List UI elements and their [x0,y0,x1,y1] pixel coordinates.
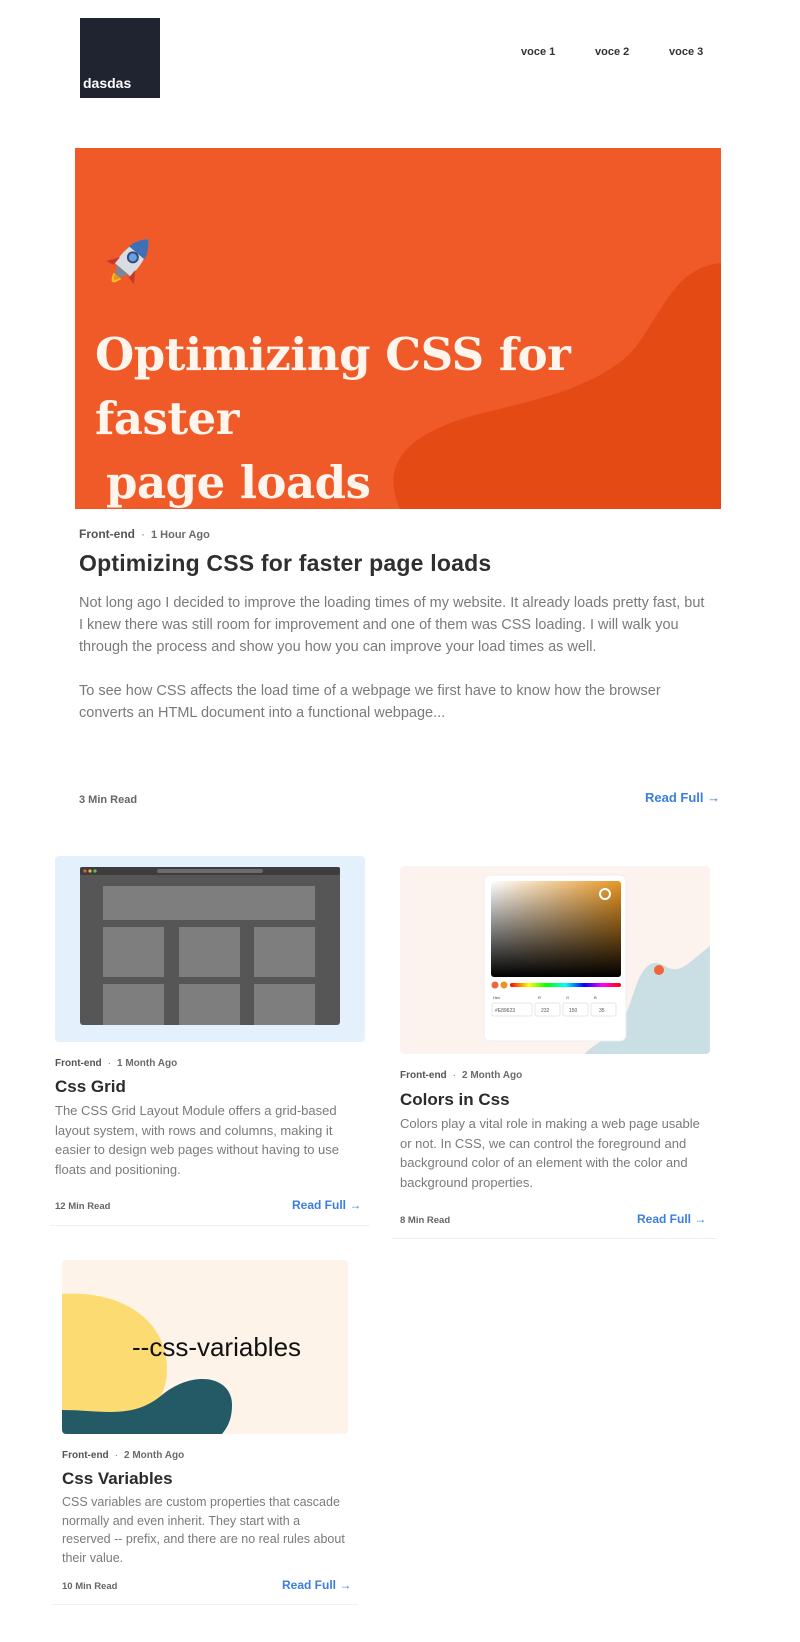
picker-b-value: 35 [599,1008,605,1014]
card-meta: Front-end · 2 Month Ago [62,1450,184,1461]
picker-hex-label: Hex [493,995,500,1000]
card-title[interactable]: Colors in Css [400,1090,510,1110]
card-time: 2 Month Ago [124,1450,185,1461]
nav-item-voce-2[interactable]: voce 2 [595,46,629,58]
card-title[interactable]: Css Grid [55,1077,126,1097]
featured-excerpt-p1: Not long ago I decided to improve the lo… [79,595,705,655]
card-read-full-link[interactable]: Read Full → [637,1212,706,1226]
meta-separator: · [452,1070,456,1081]
grid-illustration [80,867,340,1025]
card-read-full-link[interactable]: Read Full → [292,1198,361,1212]
picker-g-label: G [566,995,569,1000]
site-logo[interactable]: dasdas [80,18,160,98]
card-read-time: 10 Min Read [62,1581,118,1592]
featured-read-time: 3 Min Read [79,794,138,806]
color-picker-illustration: Hex R G B #E89623 232 150 35 [483,874,710,1054]
featured-image-title-line1: Optimizing CSS for faster [95,328,571,445]
card-excerpt: The CSS Grid Layout Module offers a grid… [55,1103,340,1177]
meta-separator: · [107,1058,111,1069]
card-title[interactable]: Css Variables [62,1469,173,1489]
card-read-time: 12 Min Read [55,1201,111,1212]
rocket-icon [106,239,149,285]
featured-excerpt-p2: To see how CSS affects the load time of … [79,683,661,721]
nav-item-voce-3[interactable]: voce 3 [669,46,703,58]
card-excerpt: Colors play a vital role in making a web… [400,1116,700,1190]
card-image-colors[interactable]: Hex R G B #E89623 232 150 35 [400,866,710,1054]
featured-image-title: Optimizing CSS for faster page loads [95,323,695,509]
css-variables-illustration: --css-variables [62,1293,301,1434]
picker-b-label: B [594,995,597,1000]
css-variables-image-text: --css-variables [132,1332,301,1362]
card-category[interactable]: Front-end [62,1450,109,1461]
card-read-full-link[interactable]: Read Full → [282,1578,351,1592]
featured-image[interactable]: Optimizing CSS for faster page loads [75,148,721,509]
picker-r-value: 232 [541,1008,550,1014]
nav-item-voce-1[interactable]: voce 1 [521,46,555,58]
picker-hex-value: #E89623 [495,1008,515,1014]
picker-r-label: R [538,995,541,1000]
card-time: 1 Month Ago [117,1058,178,1069]
card-time: 2 Month Ago [462,1070,523,1081]
featured-read-full-link[interactable]: Read Full → [645,790,720,805]
featured-category[interactable]: Front-end [79,527,135,541]
card-excerpt: CSS variables are custom properties that… [62,1495,345,1565]
card-image-css-variables[interactable]: --css-variables [62,1260,348,1434]
post-card-css-grid[interactable]: Front-end · 1 Month Ago Css Grid The CSS G… [50,856,370,1226]
card-image-css-grid[interactable] [55,856,365,1042]
featured-meta: Front-end · 1 Hour Ago [79,527,210,541]
card-meta: Front-end · 1 Month Ago [55,1058,177,1069]
meta-separator: · [141,527,145,541]
picker-g-value: 150 [569,1008,578,1014]
featured-time: 1 Hour Ago [151,529,210,541]
featured-title[interactable]: Optimizing CSS for faster page loads [79,550,491,577]
card-category[interactable]: Front-end [55,1058,102,1069]
card-meta: Front-end · 2 Month Ago [400,1070,522,1081]
card-category[interactable]: Front-end [400,1070,447,1081]
card-read-time: 8 Min Read [400,1215,451,1226]
card-divider [50,1225,370,1226]
meta-separator: · [114,1450,118,1461]
logo-text: dasdas [83,75,132,91]
featured-excerpt: Not long ago I decided to improve the lo… [79,592,709,724]
post-card-css-variables[interactable]: --css-variables Front-end · 2 Month Ago Cs… [53,1260,358,1605]
post-card-colors-in-css[interactable]: Hex R G B #E89623 232 150 35 Front-end · 2… [392,866,717,1239]
card-divider [392,1238,717,1239]
card-divider [53,1604,358,1605]
featured-image-title-line2: page loads [106,456,371,509]
